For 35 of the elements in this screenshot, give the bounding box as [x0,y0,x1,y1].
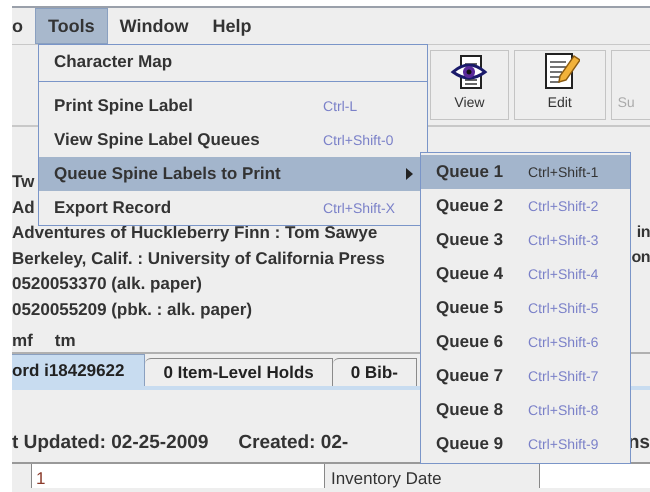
menu-item[interactable]: Window [108,8,200,44]
created-text: Created: 02- [238,430,348,455]
record-text: Adventures of Huckleberry Finn : Tom Sawye [12,222,378,244]
record-text: Ad [12,196,35,218]
tab[interactable]: 0 Item-Level Holds [145,358,333,386]
record-text: Berkeley, Calif. : University of California Press [12,248,385,270]
menu-item[interactable]: Tools [35,8,108,44]
record-text: 0520053370 (alk. paper) [12,273,202,295]
menu-item[interactable]: Help [200,8,264,44]
field-label: tm [54,330,76,352]
record-text: Tw [12,171,34,193]
menu-item[interactable]: Queue 9 Ctrl+Shift-9 [421,427,630,461]
record-text: on [631,248,650,268]
menu-item[interactable]: Queue 2 Ctrl+Shift-2 [421,189,630,223]
menu-item[interactable]: Queue 3 Ctrl+Shift-3 [421,223,630,257]
menu-item[interactable]: o [12,8,35,44]
menu-item[interactable]: Queue 6 Ctrl+Shift-6 [421,325,630,359]
menu-item[interactable]: Queue 8 Ctrl+Shift-8 [421,393,630,427]
eye-document-icon [449,54,490,90]
menu-item[interactable]: Queue 4 Ctrl+Shift-4 [421,257,630,291]
menu-item[interactable]: Queue 7 Ctrl+Shift-7 [421,359,630,393]
table-cell: 1 [32,464,325,488]
menu-item[interactable]: Print Spine Label Ctrl-L [39,89,427,123]
record-text: 0520055209 (pbk. : alk. paper) [12,298,252,320]
menu-item[interactable]: View Spine Label Queues Ctrl+Shift-0 [39,123,427,157]
toolbar-button[interactable]: Edit [514,50,606,120]
menu-item[interactable]: Queue 1 Ctrl+Shift-1 [421,155,630,189]
record-text: in [636,222,650,243]
menu-item[interactable]: Character Map [39,45,427,79]
tab[interactable]: 0 Bib- [332,358,417,386]
menu-item[interactable]: Queue 5 Ctrl+Shift-5 [421,291,630,325]
field-label: mf [12,330,33,352]
tab[interactable]: ord i18429622 [12,354,146,386]
last-updated-text: t Updated: 02-25-2009 [12,430,208,455]
toolbar-button[interactable]: View [430,50,509,120]
